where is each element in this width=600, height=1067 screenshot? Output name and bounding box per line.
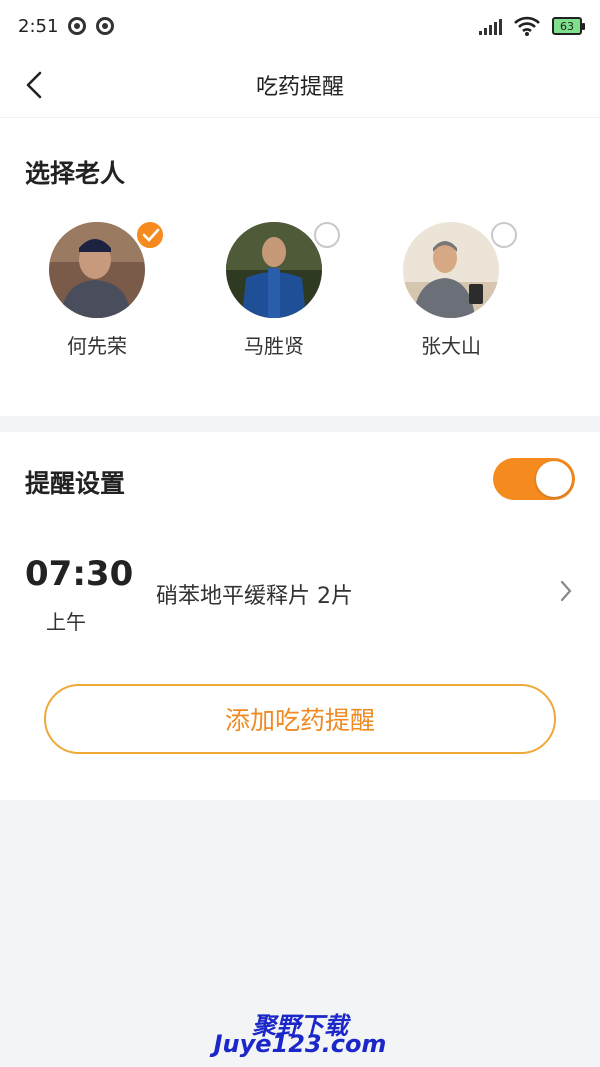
reminder-period: 上午 <box>46 610 86 634</box>
reminder-toggle[interactable] <box>493 458 575 500</box>
notification-icon <box>96 17 115 35</box>
elder-check-ma[interactable] <box>314 222 340 248</box>
avatar <box>226 222 322 318</box>
select-elder-card: 选择老人 何先荣 马胜贤 张大山 <box>0 118 600 416</box>
elder-name: 马胜贤 <box>244 334 304 358</box>
elder-name: 张大山 <box>421 334 481 358</box>
elder-check-zhang[interactable] <box>491 222 517 248</box>
checkmark-icon <box>142 228 160 242</box>
reminder-settings-title: 提醒设置 <box>25 469 126 498</box>
reminder-settings-card: 提醒设置 07:30 上午 硝苯地平缓释片 2片 添加吃药提醒 <box>0 432 600 800</box>
signal-icon <box>479 17 502 35</box>
back-arrow-icon[interactable] <box>22 70 50 100</box>
reminder-item[interactable]: 07:30 上午 硝苯地平缓释片 2片 <box>0 550 600 640</box>
select-elder-title: 选择老人 <box>25 159 126 188</box>
notification-icon <box>68 17 87 35</box>
chevron-right-icon <box>560 580 572 602</box>
watermark-url: Juye123.com <box>213 1030 387 1058</box>
battery-level: 63 <box>560 19 574 33</box>
page-title: 吃药提醒 <box>255 74 344 100</box>
elder-list: 何先荣 马胜贤 张大山 <box>0 222 600 362</box>
avatar <box>403 222 499 318</box>
elder-name: 何先荣 <box>67 334 127 358</box>
wifi-icon <box>514 16 540 36</box>
add-reminder-button[interactable]: 添加吃药提醒 <box>44 684 556 754</box>
nav-bar: 吃药提醒 <box>0 52 600 118</box>
reminder-time: 07:30 <box>25 554 134 594</box>
status-time: 2:51 <box>18 15 59 37</box>
toggle-knob <box>536 461 572 497</box>
reminder-medicine: 硝苯地平缓释片 2片 <box>156 584 353 609</box>
status-bar: 2:51 63 <box>0 0 600 52</box>
elder-check-he[interactable] <box>137 222 163 248</box>
battery-icon: 63 <box>552 17 585 35</box>
avatar <box>49 222 145 318</box>
